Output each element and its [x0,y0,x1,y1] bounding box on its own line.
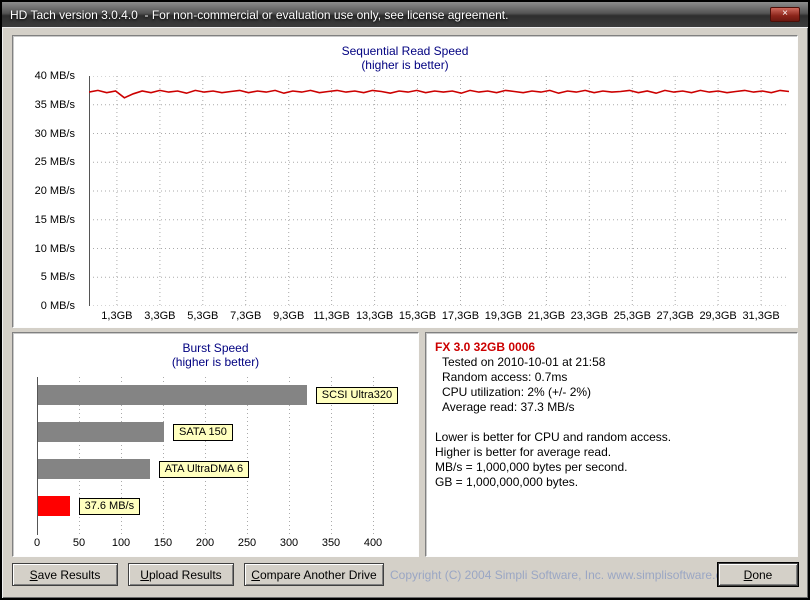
burst-bar [38,422,164,442]
x-axis-tick-label: 25,3GB [613,310,651,322]
save-results-button[interactable]: Save Results [12,563,118,586]
burst-x-tick-label: 250 [237,537,257,549]
burst-chart-subtitle: (higher is better) [171,355,260,369]
x-axis-tick-label: 23,3GB [570,310,608,322]
x-axis-tick-label: 29,3GB [699,310,737,322]
x-axis-tick-label: 19,3GB [484,310,523,322]
x-axis-tick-label: 15,3GB [398,310,437,322]
y-axis-tick-label: 10 MB/s [34,242,75,255]
x-axis-tick-label: 27,3GB [656,310,694,322]
tested-on-line: Tested on 2010-10-01 at 21:58 [442,355,606,369]
burst-bar-label: ATA UltraDMA 6 [158,461,250,478]
save-results-label: Save Results [29,567,101,582]
drive-name: FX 3.0 32GB 0006 [435,340,536,354]
copyright-text: Copyright (C) 2004 Simpli Software, Inc.… [390,568,739,582]
burst-x-axis: 0 50 100 150 200 250 300 350 400 [33,537,409,550]
burst-bar-label: SATA 150 [173,424,233,441]
read-x-axis: 1,3GB 3,3GB 5,3GB 7,3GB 9,3GB 11,3GB 13,3GB 15,… [89,310,789,324]
x-axis-tick-label: 5,3GB [187,310,219,322]
burst-bar-label: 37.6 MB/s [78,498,141,515]
upload-results-button[interactable]: Upload Results [128,563,234,586]
y-axis-tick-label: 15 MB/s [34,213,75,226]
burst-x-tick-label: 400 [363,537,383,549]
cpu-utilization-line: CPU utilization: 2% (+/- 2%) [442,385,592,399]
burst-x-tick-label: 100 [111,537,131,549]
x-axis-tick-label: 11,3GB [313,310,350,322]
note-gb-definition: GB = 1,000,000,000 bytes. [435,475,579,489]
done-label: Done [743,567,773,582]
burst-x-tick-label: 50 [72,537,86,549]
x-axis-tick-label: 7,3GB [230,310,262,322]
y-axis-tick-label: 25 MB/s [34,156,75,169]
y-axis-tick-label: 40 MB/s [34,70,75,82]
upload-results-label: Upload Results [140,567,222,582]
read-plot-area [88,75,790,307]
read-y-axis: 40 MB/s 35 MB/s 30 MB/s 25 MB/s 20 MB/s 15 MB… [13,70,83,312]
x-axis-tick-label: 21,3GB [527,310,566,322]
title-bar[interactable]: HD Tach version 3.0.4.0 - For non-commer… [2,2,808,27]
window-title: HD Tach version 3.0.4.0 - For non-commer… [10,7,509,22]
note-mbs-definition: MB/s = 1,000,000 bytes per second. [435,460,628,474]
x-axis-tick-label: 17,3GB [441,310,480,322]
burst-x-tick-label: 350 [321,537,341,549]
read-plot-chart [88,75,790,307]
x-axis-tick-label: 13,3GB [355,310,394,322]
read-chart-subtitle: (higher is better) [361,58,449,72]
compare-another-drive-button[interactable]: Compare Another Drive [244,563,384,586]
done-button[interactable]: Done [718,563,798,586]
y-axis-tick-label: 35 MB/s [34,98,75,111]
x-axis-tick-label: 9,3GB [273,310,305,322]
sequential-read-panel: Sequential Read Speed (higher is better)… [12,35,798,328]
burst-bars: SCSI Ultra320 SATA 150 ATA UltraDMA 6 37.6 … [37,385,417,535]
info-notes: Lower is better for CPU and random acces… [435,430,788,490]
close-icon[interactable]: × [770,7,800,22]
y-axis-tick-label: 30 MB/s [34,127,75,140]
burst-x-tick-label: 300 [279,537,299,549]
x-axis-tick-label: 31,3GB [742,310,780,322]
y-axis-tick-label: 20 MB/s [34,185,75,197]
note-higher-better: Higher is better for average read. [435,445,612,459]
burst-speed-panel: Burst Speed (higher is better) SCSI Ultr… [12,332,419,557]
x-axis-tick-label: 1,3GB [101,310,133,322]
burst-bar [38,496,70,516]
client-area: Sequential Read Speed (higher is better)… [2,27,808,598]
y-axis-tick-label: 0 MB/s [40,300,75,312]
burst-x-tick-label: 200 [195,537,215,549]
read-chart-title: Sequential Read Speed [341,44,469,58]
burst-bar-label: SCSI Ultra320 [315,387,399,404]
burst-chart-title: Burst Speed [182,341,249,355]
x-axis-tick-label: 3,3GB [144,310,176,322]
burst-x-tick-label: 150 [153,537,173,549]
average-read-line: Average read: 37.3 MB/s [442,400,575,414]
y-axis-tick-label: 5 MB/s [40,271,75,284]
hd-tach-window: HD Tach version 3.0.4.0 - For non-commer… [0,0,810,600]
results-info-panel: FX 3.0 32GB 0006 Tested on 2010-10-01 at… [425,332,798,557]
burst-x-tick-label: 0 [33,537,41,549]
burst-bar [38,385,307,405]
burst-bar [38,459,150,479]
compare-another-drive-label: Compare Another Drive [251,567,377,582]
note-lower-better: Lower is better for CPU and random acces… [435,430,672,444]
random-access-line: Random access: 0.7ms [442,370,568,384]
